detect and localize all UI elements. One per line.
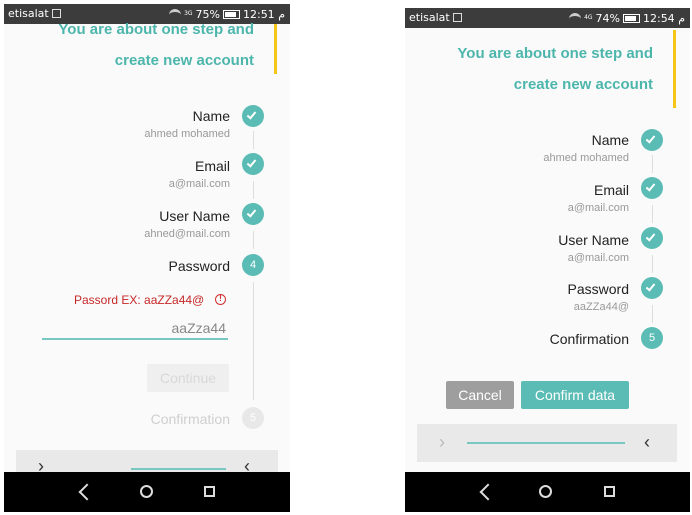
step-title-password: Password: [168, 258, 230, 274]
battery-percent: 74%: [595, 12, 620, 25]
step-done-icon[interactable]: [641, 277, 663, 299]
step-value-email: a@mail.com: [567, 202, 629, 214]
header-line-2: create new account: [114, 52, 254, 69]
step-connector: [652, 255, 653, 273]
phone-screen-left: etisalat 3G 75% م 12:51 You are about one …: [4, 4, 290, 512]
check-icon: [246, 157, 257, 168]
phone-screen-right: etisalat 4G 74% م 12:54 You are about one …: [405, 8, 690, 512]
step-connector: [253, 131, 254, 149]
step-connector: [253, 282, 254, 400]
system-nav-bar: [405, 472, 690, 512]
header-line-1: You are about one step and: [58, 21, 254, 38]
next-arrow-icon[interactable]: ›: [439, 432, 445, 452]
system-nav-bar: [4, 472, 290, 512]
header-line-2: create new account: [513, 76, 653, 93]
step-done-icon[interactable]: [242, 153, 264, 175]
accent-bar: [274, 24, 277, 74]
sim-icon: [452, 13, 462, 22]
header-title: You are about one step and create new ac…: [4, 14, 254, 76]
ampm: م: [278, 8, 285, 21]
password-error-text: Passord EX: aaZZa44@: [74, 293, 205, 307]
step-connector: [652, 155, 653, 173]
check-icon: [645, 133, 656, 144]
step-done-icon[interactable]: [242, 203, 264, 225]
ampm: م: [678, 12, 685, 25]
step-value-name: ahmed mohamed: [144, 128, 230, 140]
system-home-icon[interactable]: [140, 485, 153, 498]
step-connector: [253, 231, 254, 249]
wifi-icon: [569, 13, 582, 22]
step-value-username: a@mail.com: [567, 252, 629, 264]
check-icon: [645, 281, 656, 292]
system-recents-icon[interactable]: [604, 486, 615, 497]
step-title-username: User Name: [558, 232, 629, 248]
password-input-underline: [42, 338, 228, 340]
step-done-icon[interactable]: [641, 129, 663, 151]
progress-line: [131, 468, 226, 470]
cancel-button[interactable]: Cancel: [446, 381, 514, 409]
system-recents-icon[interactable]: [204, 486, 215, 497]
step-connector: [652, 305, 653, 323]
network-type: 4G: [584, 14, 593, 21]
accent-bar: [673, 30, 676, 108]
password-input[interactable]: aaZza44: [172, 320, 226, 336]
check-icon: [246, 109, 257, 120]
step-title-name: Name: [591, 132, 629, 148]
step-connector: [652, 205, 653, 223]
check-icon: [645, 181, 656, 192]
status-bar: etisalat 4G 74% م 12:54: [405, 8, 690, 28]
system-home-icon[interactable]: [539, 485, 552, 498]
step-title-name: Name: [192, 108, 230, 124]
step-value-password: aaZZa44@: [573, 301, 629, 313]
system-back-icon[interactable]: [479, 483, 497, 501]
check-icon: [645, 231, 656, 242]
step-connector: [253, 181, 254, 199]
clock: 12:54: [642, 12, 675, 25]
step-value-email: a@mail.com: [168, 178, 230, 190]
step-done-icon[interactable]: [641, 177, 663, 199]
carrier-name: etisalat: [409, 11, 450, 24]
step-number-badge[interactable]: 5: [242, 407, 264, 429]
battery-icon: [622, 14, 640, 23]
back-arrow-icon[interactable]: ‹: [644, 432, 650, 452]
step-value-username: ahned@mail.com: [144, 228, 230, 240]
step-title-email: Email: [593, 182, 629, 198]
check-icon: [246, 207, 257, 218]
step-number-badge[interactable]: 4: [242, 254, 264, 276]
system-back-icon[interactable]: [78, 483, 96, 501]
header-line-1: You are about one step and: [457, 45, 653, 62]
step-title-confirmation: Confirmation: [150, 411, 230, 427]
step-title-username: User Name: [159, 208, 230, 224]
confirm-data-button[interactable]: Confirm data: [521, 381, 629, 409]
step-title-confirmation: Confirmation: [549, 331, 629, 347]
step-done-icon[interactable]: [242, 105, 264, 127]
error-icon: !: [215, 294, 226, 305]
progress-line: [467, 442, 625, 444]
continue-button[interactable]: Continue: [147, 364, 229, 392]
step-done-icon[interactable]: [641, 227, 663, 249]
step-value-name: ahmed mohamed: [543, 152, 629, 164]
header-title: You are about one step and create new ac…: [405, 38, 653, 100]
step-title-password: Password: [567, 281, 629, 297]
step-title-email: Email: [194, 158, 230, 174]
bottom-stepper-nav: › ‹: [417, 424, 677, 462]
step-number-badge[interactable]: 5: [641, 327, 663, 349]
